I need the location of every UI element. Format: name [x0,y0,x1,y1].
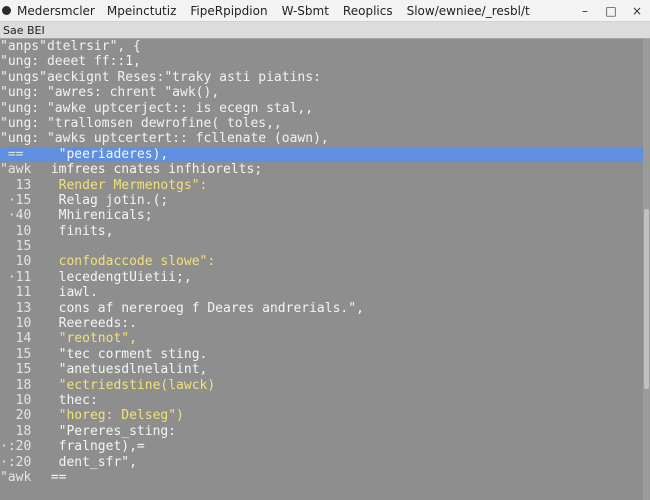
code-line[interactable]: 11 iawl. [0,285,643,300]
line-number: 13 [0,300,32,316]
code-line[interactable]: "ung: "trallomsen dewrofine( toles,, [0,116,643,131]
line-gutter: "awk [0,162,32,178]
menu-item-2[interactable]: Mpeinctutiz [107,4,177,18]
menu-item-4[interactable]: W-Sbmt [282,4,329,18]
code-text: dent_sfr", [43,454,137,470]
line-number: 20 [0,408,32,424]
scrollbar-thumb[interactable] [644,209,649,389]
code-text: == [43,469,67,485]
line-number: ·40 [0,208,32,224]
code-line[interactable]: 13 cons af nereroeg f Deares andrerials.… [0,301,643,316]
code-text: Reereeds:. [43,316,137,332]
code-line[interactable]: "ung: "awks uptcertert:: fcllenate (oawn… [0,131,643,146]
code-text: thec: [43,392,98,408]
close-button[interactable]: × [624,4,650,18]
code-text: finits, [43,223,114,239]
code-text: lecedengtUietii;, [43,269,192,285]
code-line[interactable]: ·:20 dent_sfr", [0,455,643,470]
code-text: Relag jotin.(; [43,192,169,208]
code-text: "ung: deeet ff::1, [0,54,141,70]
code-text: "horeg: Delseg") [43,408,184,424]
code-line[interactable]: 10 confodaccode slowe": [0,254,643,269]
line-number: 10 [0,223,32,239]
code-line[interactable]: 20 "horeg: Delseg") [0,408,643,423]
code-text: fralnget),= [43,439,145,455]
code-line[interactable]: "awk == [0,470,643,485]
line-number: 18 [0,377,32,393]
code-line[interactable]: 13 Render Mermenotgs": [0,178,643,193]
code-text: imfrees cnates infhiorelts; [43,162,263,178]
code-text: Mhirenicals; [43,208,153,224]
line-number: 10 [0,316,32,332]
code-text: Render Mermenotgs": [43,177,208,193]
code-text: "ung: "trallomsen dewrofine( toles,, [0,115,282,131]
menu-item-1[interactable]: Medersmcler [17,4,95,18]
code-line[interactable]: 10 thec: [0,393,643,408]
code-line[interactable]: ·15 Relag jotin.(; [0,193,643,208]
line-number: 15 [0,346,32,362]
line-gutter: == [0,146,24,162]
line-number: ·15 [0,192,32,208]
code-line[interactable]: 18 "Pereres_sting: [0,424,643,439]
editor-tab-label[interactable]: Sae BEI [3,24,45,37]
line-number: 18 [0,423,32,439]
code-line[interactable]: ·:20 fralnget),= [0,439,643,454]
code-line[interactable]: "ungs"aeckignt Reses:"traky asti piatins… [0,70,643,85]
line-number: 10 [0,254,32,270]
code-line[interactable]: 15 [0,239,643,254]
code-line[interactable]: ·40 Mhirenicals; [0,208,643,223]
window-path-label: Slow/ewniee/_resbl/t [406,3,530,18]
code-line[interactable]: "ung: deeet ff::1, [0,54,643,69]
line-number: ·11 [0,269,32,285]
code-line[interactable]: 10 finits, [0,224,643,239]
line-number: 14 [0,331,32,347]
selected-code-line[interactable]: == "peeriaderes), [0,146,643,163]
menu-item-3[interactable]: FipeRpipdion [190,4,267,18]
code-line[interactable]: 15 "anetuesdlnelalint, [0,362,643,377]
code-text: "ectriedstine(lawck) [43,377,216,393]
line-gutter: "awk [0,469,32,485]
window-controls: – □ × [572,0,650,22]
code-text: "ung: "awke uptcerject:: is ecegn stal,, [0,100,314,116]
menu-item-5[interactable]: Reoplics [343,4,393,18]
code-text: confodaccode slowe": [43,254,216,270]
maximize-button[interactable]: □ [598,4,624,18]
line-number: 11 [0,285,32,301]
code-line[interactable]: 10 Reereeds:. [0,316,643,331]
code-line[interactable]: ·11 lecedengtUietii;, [0,270,643,285]
code-text: "anetuesdlnelalint, [43,362,208,378]
editor-tab-bar: Sae BEI [0,22,650,39]
code-text: "ung: "awres: chrent "awk(), [0,85,220,101]
vertical-scrollbar[interactable] [643,39,650,500]
title-bar: Medersmcler Mpeinctutiz FipeRpipdion W-S… [0,0,650,22]
line-number: 13 [0,177,32,193]
code-text: "ungs"aeckignt Reses:"traky asti piatins… [0,69,321,85]
code-line[interactable]: 15 "tec corment sting. [0,347,643,362]
code-text: cons af nereroeg f Deares andrerials.", [43,300,364,316]
code-line[interactable]: "anps"dtelrsir", { [0,39,643,54]
line-number: 15 [0,239,32,255]
code-text: "peeriaderes), [43,146,169,162]
code-text: "tec corment sting. [43,346,208,362]
line-number: ·:20 [0,439,32,455]
code-line[interactable]: 18 "ectriedstine(lawck) [0,378,643,393]
code-line[interactable]: "awk imfrees cnates infhiorelts; [0,162,643,177]
app-icon [2,6,11,15]
code-text: "ung: "awks uptcertert:: fcllenate (oawn… [0,131,329,147]
code-editor[interactable]: "anps"dtelrsir", { "ung: deeet ff::1, "u… [0,39,643,500]
code-line[interactable]: "ung: "awke uptcerject:: is ecegn stal,, [0,101,643,116]
code-text: "reotnot", [43,331,137,347]
line-number: 15 [0,362,32,378]
code-text: "anps"dtelrsir", { [0,39,141,54]
minimize-button[interactable]: – [572,4,598,18]
code-text: "Pereres_sting: [43,423,177,439]
line-number: 10 [0,392,32,408]
code-text: iawl. [43,285,98,301]
code-line[interactable]: 14 "reotnot", [0,331,643,346]
code-line[interactable]: "ung: "awres: chrent "awk(), [0,85,643,100]
line-number: ·:20 [0,454,32,470]
